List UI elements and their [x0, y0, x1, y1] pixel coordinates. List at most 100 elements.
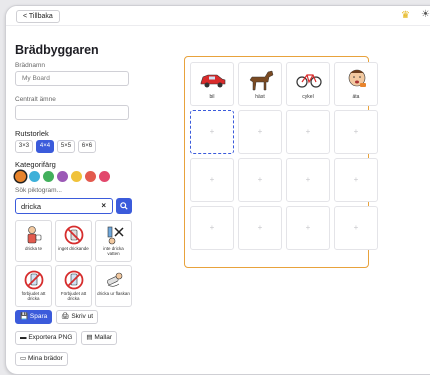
- theme-toggle-icon[interactable]: ☀: [421, 9, 430, 21]
- add-icon: +: [257, 127, 263, 136]
- search-input[interactable]: dricka ×: [15, 198, 113, 214]
- print-icon: 🖨: [61, 313, 70, 320]
- no-water-icon: [107, 226, 124, 245]
- color-swatch-orange[interactable]: [15, 171, 26, 182]
- forbidden-drink-icon: [24, 270, 43, 290]
- back-button[interactable]: < Tillbaka: [16, 10, 60, 23]
- print-button[interactable]: 🖨 Skriv ut: [56, 310, 99, 324]
- board-cell-empty[interactable]: +: [286, 206, 330, 250]
- board-cell[interactable]: cykel: [286, 62, 330, 106]
- export-png-button[interactable]: ▬ Exportera PNG: [15, 331, 78, 345]
- color-swatch-yellow[interactable]: [71, 171, 82, 182]
- pictogram-result[interactable]: Förbjudet att dricka: [55, 265, 92, 307]
- color-swatch-red[interactable]: [85, 171, 96, 182]
- drink-tea-icon: [27, 226, 41, 244]
- color-swatch-pink[interactable]: [99, 171, 110, 182]
- board-cell-empty[interactable]: +: [238, 158, 282, 202]
- board-cell-empty[interactable]: +: [190, 206, 234, 250]
- boards-icon: ▭: [20, 355, 27, 362]
- templates-icon: ▤: [86, 334, 93, 341]
- topic-input[interactable]: [15, 105, 129, 120]
- board-cell-empty[interactable]: +: [286, 158, 330, 202]
- board-cell-empty[interactable]: +: [334, 110, 378, 154]
- pictogram-result[interactable]: förbjudet att dricka: [15, 265, 52, 307]
- pictogram-label: inget drickande: [58, 246, 89, 251]
- board-name-label: Brädnamn: [15, 62, 45, 69]
- drink-bottle-icon: [106, 272, 122, 287]
- action-row-2: ▬ Exportera PNG ▤ Mallar: [15, 331, 118, 345]
- category-color-label: Kategorifärg: [15, 160, 56, 169]
- add-icon: +: [209, 223, 215, 232]
- pictogram-result[interactable]: dricka te: [15, 220, 52, 262]
- cell-label: bil: [209, 94, 215, 100]
- board-cell[interactable]: bil: [190, 62, 234, 106]
- search-value: dricka: [21, 202, 42, 211]
- add-icon: +: [305, 127, 311, 136]
- my-boards-label: Mina brädor: [27, 355, 63, 362]
- export-png-label: Exportera PNG: [28, 334, 73, 341]
- bicycle-icon: [296, 74, 322, 88]
- color-swatch-green[interactable]: [43, 171, 54, 182]
- no-drinking-icon: [64, 225, 83, 245]
- board-cell[interactable]: häst: [238, 62, 282, 106]
- color-swatch-blue[interactable]: [29, 171, 40, 182]
- templates-label: Mallar: [94, 334, 113, 341]
- grid-size-4x4-button[interactable]: 4×4: [36, 140, 54, 153]
- top-bar: < Tillbaka ♛ ☀: [6, 6, 430, 26]
- save-button[interactable]: 💾 Spara: [15, 310, 53, 324]
- save-icon: 💾: [20, 313, 29, 320]
- image-icon: ▬: [20, 334, 27, 341]
- crown-icon[interactable]: ♛: [401, 10, 410, 22]
- grid-size-label: Rutstorlek: [15, 129, 49, 138]
- grid-size-selector: 3×3 4×4 5×5 6×6: [15, 140, 96, 153]
- add-icon: +: [257, 175, 263, 184]
- pictogram-label: förbjudet att dricka: [21, 291, 46, 301]
- clear-search-icon[interactable]: ×: [101, 201, 106, 210]
- color-swatch-purple[interactable]: [57, 171, 68, 182]
- add-icon: +: [209, 175, 215, 184]
- save-label: Spara: [29, 313, 48, 320]
- board-cell-empty[interactable]: +: [334, 158, 378, 202]
- add-icon: +: [209, 127, 215, 136]
- add-icon: +: [353, 127, 359, 136]
- pictogram-label: dricka te: [24, 246, 42, 251]
- add-icon: +: [305, 223, 311, 232]
- add-icon: +: [353, 223, 359, 232]
- search-icon: [120, 202, 128, 210]
- board-name-input[interactable]: [15, 71, 129, 86]
- page-title: Brädbyggaren: [15, 43, 99, 57]
- pictogram-label: inte dricka vatten: [103, 246, 124, 256]
- pictogram-label: Förbjudet att dricka: [60, 291, 87, 301]
- board-cell-empty[interactable]: +: [190, 158, 234, 202]
- board-cell[interactable]: äta: [334, 62, 378, 106]
- board-cell-empty[interactable]: +: [238, 206, 282, 250]
- add-icon: +: [353, 175, 359, 184]
- board-cell-empty[interactable]: +: [286, 110, 330, 154]
- car-icon: [200, 74, 226, 88]
- add-icon: +: [305, 175, 311, 184]
- board-preview: bil häst cykel äta + + + + + + + + + + +…: [184, 56, 378, 268]
- pictogram-results: dricka te inget drickande inte dricka va…: [15, 220, 132, 307]
- cell-label: äta: [352, 94, 360, 100]
- cell-label: cykel: [302, 94, 314, 100]
- board-cell-empty[interactable]: +: [190, 110, 234, 154]
- print-label: Skriv ut: [71, 313, 94, 320]
- horse-icon: [249, 70, 274, 91]
- grid-size-5x5-button[interactable]: 5×5: [57, 140, 75, 153]
- action-row-1: 💾 Spara 🖨 Skriv ut: [15, 310, 99, 324]
- templates-button[interactable]: ▤ Mallar: [81, 331, 118, 345]
- board-cell-empty[interactable]: +: [334, 206, 378, 250]
- grid-size-3x3-button[interactable]: 3×3: [15, 140, 33, 153]
- eat-icon: [348, 69, 366, 87]
- my-boards-button[interactable]: ▭ Mina brädor: [15, 352, 68, 366]
- pictogram-result[interactable]: inte dricka vatten: [95, 220, 132, 262]
- pictogram-result[interactable]: dricka ur flaskan: [95, 265, 132, 307]
- board-cell-empty[interactable]: +: [238, 110, 282, 154]
- board-grid: bil häst cykel äta + + + + + + + + + + +…: [190, 62, 378, 250]
- color-swatches: [15, 171, 110, 182]
- grid-size-6x6-button[interactable]: 6×6: [78, 140, 96, 153]
- action-row-3: ▭ Mina brädor: [15, 352, 68, 366]
- search-button[interactable]: [116, 198, 132, 214]
- pictogram-label: dricka ur flaskan: [97, 291, 130, 296]
- pictogram-result[interactable]: inget drickande: [55, 220, 92, 262]
